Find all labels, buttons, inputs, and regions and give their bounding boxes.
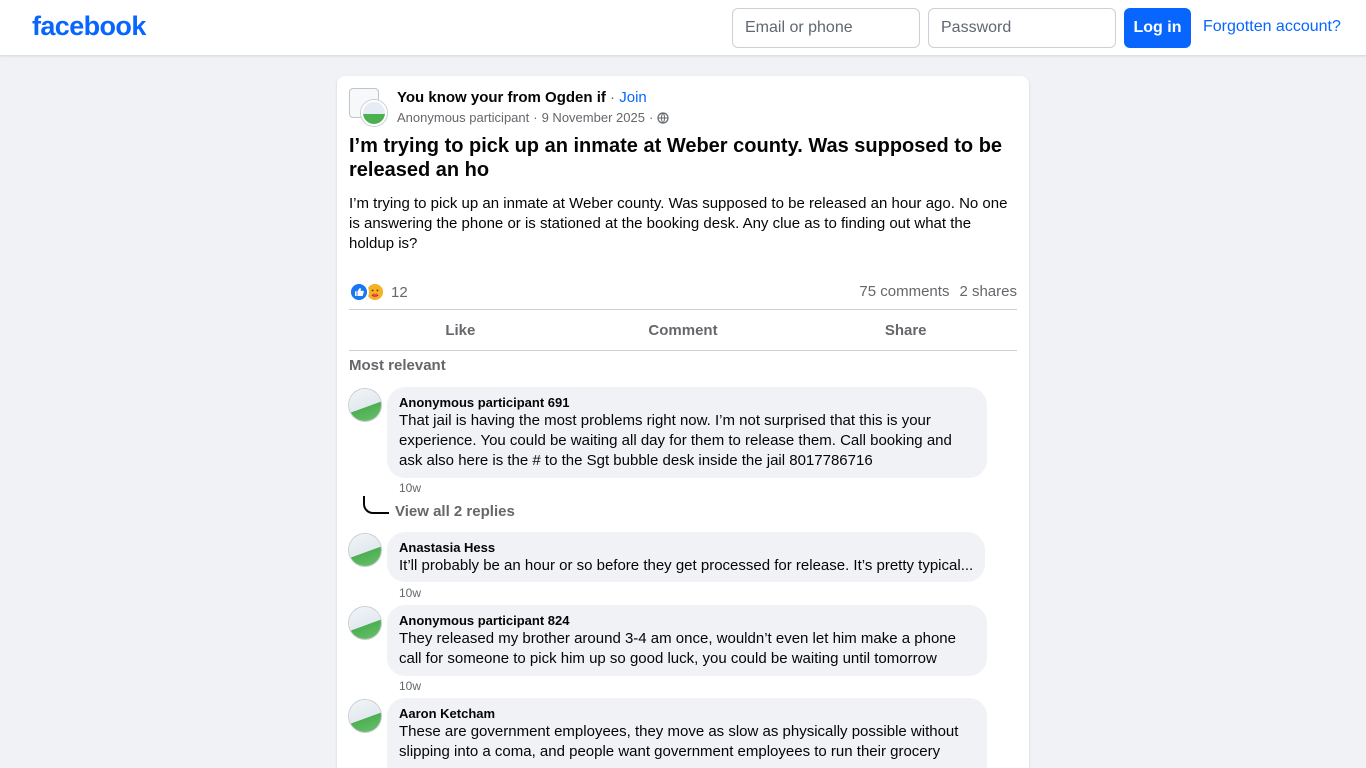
- separator-dot: ·: [533, 110, 538, 125]
- comment-bubble: Anastasia Hess It’ll probably be an hour…: [387, 532, 985, 582]
- like-button[interactable]: Like: [349, 310, 572, 350]
- comment-sort-dropdown[interactable]: Most relevant: [349, 357, 446, 374]
- comment-time[interactable]: 10w: [399, 586, 421, 600]
- comment-bubble: Aaron Ketcham These are government emplo…: [387, 698, 987, 768]
- group-name-link[interactable]: You know your from Ogden if: [397, 89, 606, 106]
- separator-dot: ·: [605, 89, 620, 106]
- comment-text: That jail is having the most problems ri…: [399, 412, 952, 469]
- post-meta: Anonymous participant · 9 November 2025 …: [397, 110, 669, 125]
- divider: [349, 350, 1017, 351]
- like-reaction-icon: [349, 282, 369, 302]
- comment-bubble: Anonymous participant 691 That jail is h…: [387, 387, 987, 478]
- comment-time[interactable]: 10w: [399, 481, 421, 495]
- shares-count-link[interactable]: 2 shares: [959, 283, 1017, 300]
- comment-author[interactable]: Aaron Ketcham: [399, 706, 975, 722]
- post-author: Anonymous participant: [397, 110, 530, 125]
- comment-text: These are government employees, they mov…: [399, 723, 959, 760]
- view-replies-link[interactable]: View all 2 replies: [395, 503, 515, 520]
- facebook-logo[interactable]: facebook: [32, 11, 146, 42]
- comment-button[interactable]: Comment: [572, 310, 795, 350]
- reaction-count: 12: [391, 283, 408, 301]
- forgotten-account-link[interactable]: Forgotten account?: [1203, 18, 1341, 36]
- post-title: I’m trying to pick up an inmate at Weber…: [349, 135, 1003, 181]
- commenter-avatar[interactable]: [349, 389, 381, 421]
- comment-text: They released my brother around 3-4 am o…: [399, 630, 956, 667]
- comment-time[interactable]: 10w: [399, 679, 421, 693]
- top-bar: facebook Log in Forgotten account?: [0, 0, 1366, 56]
- join-group-link[interactable]: Join: [619, 89, 647, 106]
- password-input[interactable]: [928, 8, 1116, 48]
- comment-author[interactable]: Anonymous participant 824: [399, 613, 975, 629]
- post-body: I’m trying to pick up an inmate at Weber…: [349, 195, 1008, 252]
- comment-author[interactable]: Anastasia Hess: [399, 540, 973, 556]
- reactions-summary[interactable]: 12: [349, 282, 408, 302]
- separator-dot: ·: [648, 110, 654, 125]
- email-or-phone-input[interactable]: [732, 8, 920, 48]
- globe-icon: [657, 111, 669, 124]
- comment-author[interactable]: Anonymous participant 691: [399, 395, 975, 411]
- commenter-avatar[interactable]: [349, 700, 381, 732]
- post-stats: 75 comments 2 shares: [859, 283, 1017, 300]
- author-avatar: [361, 100, 387, 126]
- post-actions: Like Comment Share: [349, 310, 1017, 350]
- group-avatar[interactable]: [349, 88, 387, 126]
- commenter-avatar[interactable]: [349, 534, 381, 566]
- reply-connector-line: [363, 496, 389, 514]
- commenter-avatar[interactable]: [349, 607, 381, 639]
- post-card: You know your from Ogden if · Join Anony…: [337, 76, 1029, 768]
- log-in-button[interactable]: Log in: [1124, 8, 1191, 48]
- post-header: You know your from Ogden if · Join: [397, 89, 647, 106]
- comments-count-link[interactable]: 75 comments: [859, 283, 949, 300]
- share-button[interactable]: Share: [794, 310, 1017, 350]
- post-date[interactable]: 9 November 2025: [542, 110, 645, 125]
- comment-text: It’ll probably be an hour or so before t…: [399, 557, 973, 574]
- comment-bubble: Anonymous participant 824 They released …: [387, 605, 987, 676]
